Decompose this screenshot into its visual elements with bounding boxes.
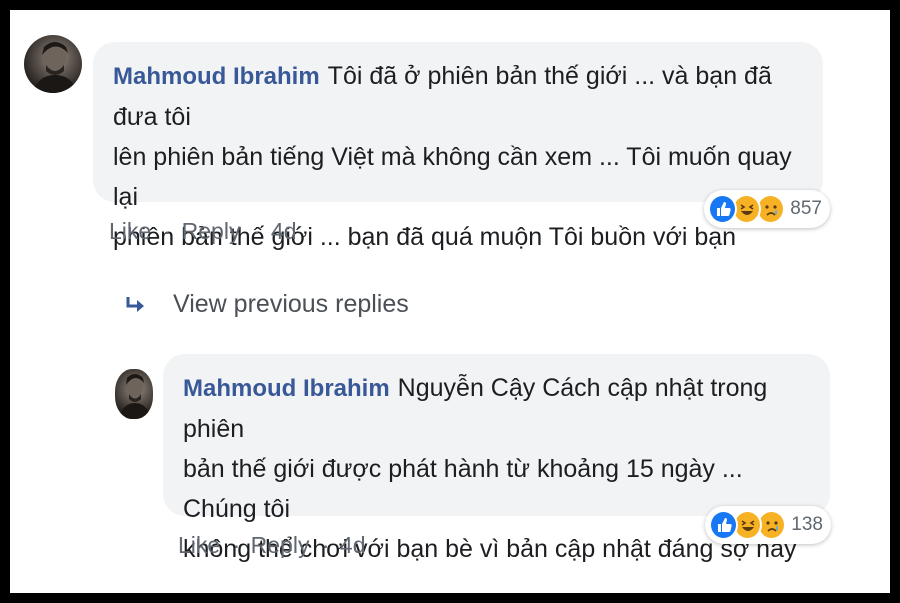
view-previous-replies-label[interactable]: View previous replies <box>173 290 409 319</box>
reply-link[interactable]: Reply <box>251 532 310 558</box>
timestamp[interactable]: 4d <box>271 218 297 244</box>
reply-bubble: Mahmoud Ibrahim Nguyễn Cậy Cách cập nhật … <box>163 354 830 563</box>
comment-thread: Mahmoud Ibrahim Tôi đã ở phiên bản thế gi… <box>10 10 890 593</box>
reaction-count: 857 <box>790 198 822 219</box>
comment-reactions[interactable]: 857 <box>704 190 830 228</box>
comment-bubble: Mahmoud Ibrahim Tôi đã ở phiên bản thế gi… <box>93 42 823 251</box>
separator: · <box>232 532 241 558</box>
like-link[interactable]: Like <box>109 218 151 244</box>
avatar-photo-icon <box>32 42 78 93</box>
reply-line-1: Mahmoud Ibrahim Nguyễn Cậy Cách cập nhật … <box>183 368 810 449</box>
reply-author[interactable]: Mahmoud Ibrahim <box>183 375 390 402</box>
comment-line-2: lên phiên bản tiếng Việt mà không cần xe… <box>113 143 792 211</box>
separator: · <box>252 218 261 244</box>
reply-arrow-icon <box>126 296 144 312</box>
reply-reactions[interactable]: 138 <box>705 506 831 544</box>
comment-actions: Like · Reply · 4d <box>109 218 299 245</box>
reaction-count: 138 <box>791 514 823 535</box>
comment-author[interactable]: Mahmoud Ibrahim <box>113 63 320 90</box>
view-previous-replies[interactable]: View previous replies <box>125 290 409 319</box>
reply-avatar[interactable] <box>115 369 153 419</box>
timestamp[interactable]: 4d <box>340 532 366 558</box>
reply-link[interactable]: Reply <box>182 218 241 244</box>
avatar-photo-icon <box>118 374 151 419</box>
avatar[interactable] <box>24 35 82 93</box>
separator: · <box>163 218 172 244</box>
comment-line-1: Mahmoud Ibrahim Tôi đã ở phiên bản thế gi… <box>113 56 803 137</box>
like-link[interactable]: Like <box>178 532 220 558</box>
reply-actions: Like · Reply · 4d <box>178 532 368 559</box>
separator: · <box>321 532 330 558</box>
like-reaction-icon <box>709 510 739 540</box>
like-reaction-icon <box>708 194 738 224</box>
